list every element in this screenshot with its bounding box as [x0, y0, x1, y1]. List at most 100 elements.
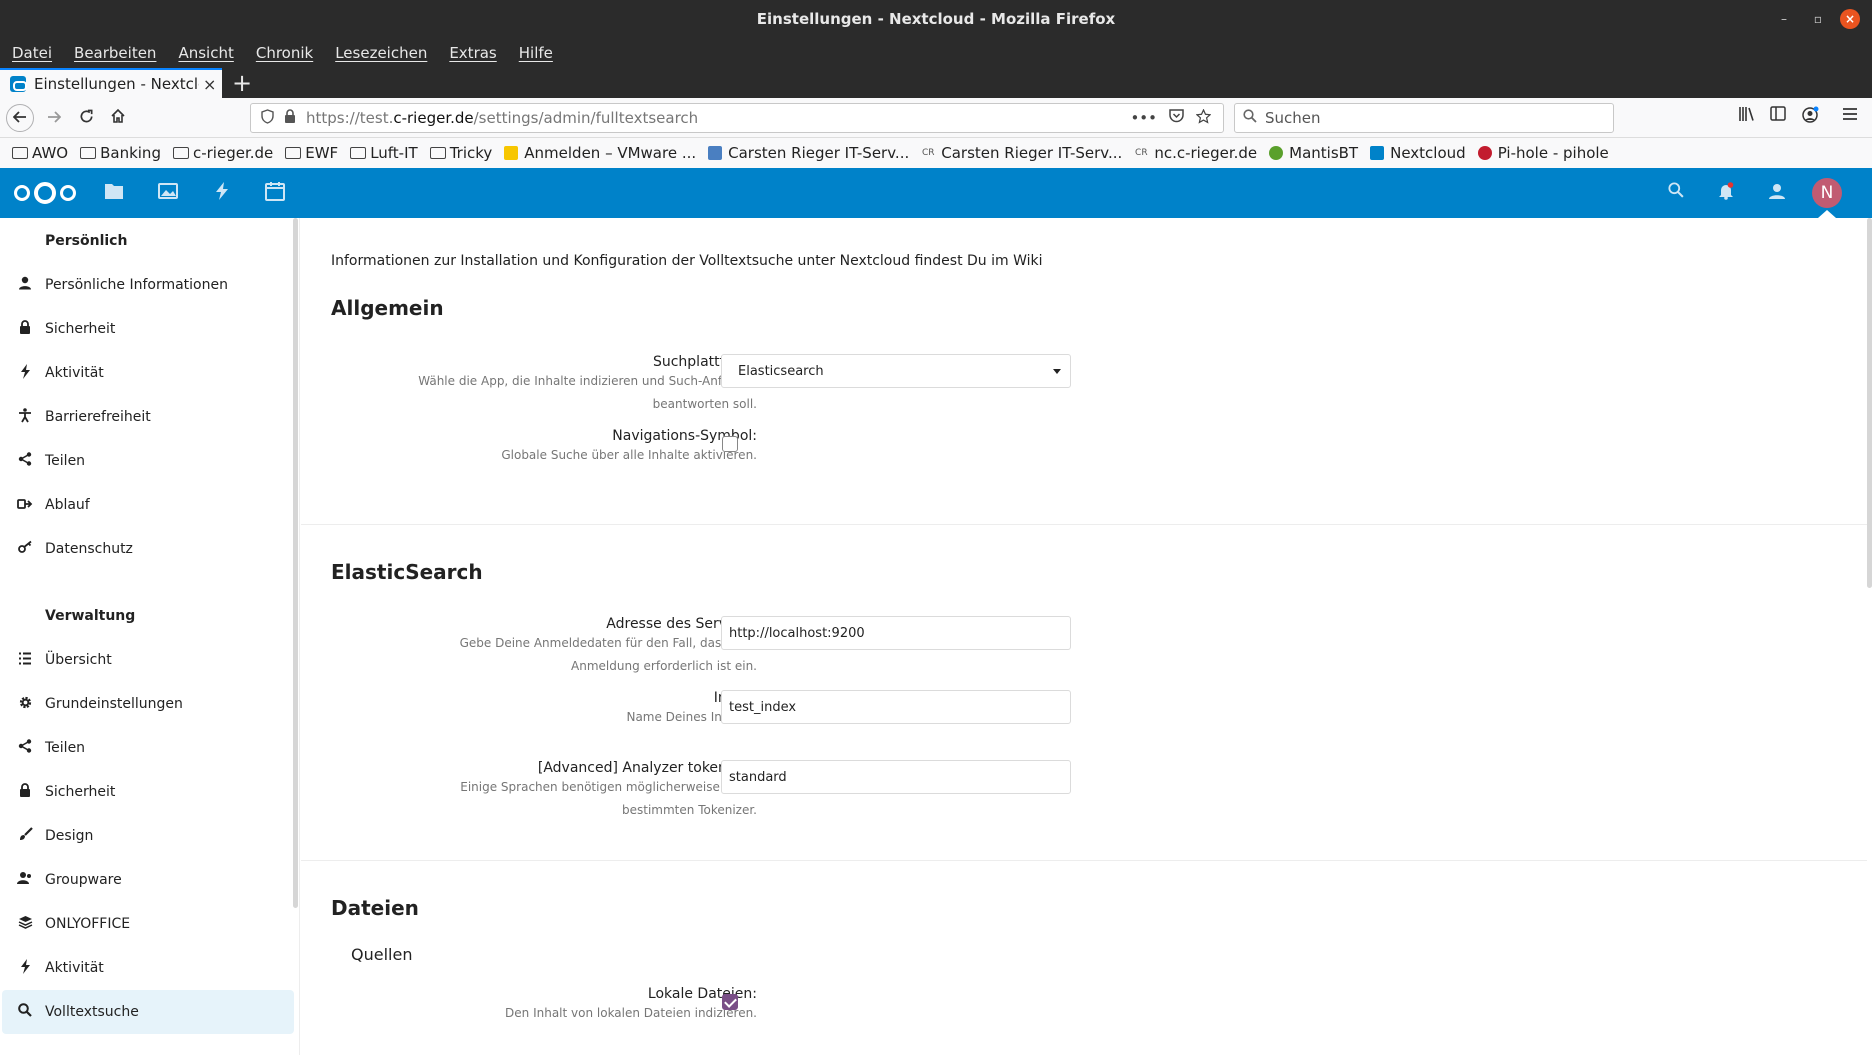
index-input[interactable]: test_index — [721, 690, 1071, 724]
menu-bearbeiten[interactable]: Bearbeiten — [74, 44, 156, 62]
page-actions-icon[interactable]: ••• — [1130, 109, 1157, 127]
photos-app-icon[interactable] — [158, 181, 178, 205]
nextcloud-logo[interactable] — [14, 182, 76, 204]
sidebar-item-admin-sharing[interactable]: Teilen — [2, 726, 294, 770]
section-divider — [301, 860, 1867, 861]
servlet-label-block: Adresse des Servlets: Gebe Deine Anmelde… — [417, 616, 757, 678]
sidebar-item-fulltext-search[interactable]: Volltextsuche — [2, 990, 294, 1034]
sidebar-item-overview[interactable]: Übersicht — [2, 638, 294, 682]
minimize-button[interactable]: – — [1774, 9, 1794, 29]
sidebar-item-security[interactable]: Sicherheit — [2, 307, 294, 351]
menu-hilfe[interactable]: Hilfe — [519, 44, 553, 62]
sidebar-item-admin-activity[interactable]: Aktivität — [2, 946, 294, 990]
sidebar-item-admin-security[interactable]: Sicherheit — [2, 770, 294, 814]
sidebar-item-onlyoffice[interactable]: ONLYOFFICE — [2, 902, 294, 946]
contacts-icon[interactable] — [1768, 182, 1786, 205]
search-icon — [1243, 109, 1257, 127]
sidebar-item-activity[interactable]: Aktivität — [2, 351, 294, 395]
bookmark-banking[interactable]: Banking — [80, 144, 161, 162]
index-hint: Name Deines Indexes — [626, 710, 757, 724]
sidebar-scrollbar[interactable] — [293, 218, 298, 908]
menu-ansicht[interactable]: Ansicht — [178, 44, 233, 62]
maximize-button[interactable]: ▫ — [1808, 9, 1828, 29]
pocket-icon[interactable] — [1169, 109, 1184, 127]
user-icon — [14, 276, 36, 294]
forward-button[interactable] — [40, 104, 68, 132]
platform-hint: Wähle die App, die Inhalte indizieren un… — [418, 374, 757, 411]
index-label-block: Index: Name Deines Indexes — [417, 690, 757, 729]
sidebar-toggle-icon[interactable] — [1770, 106, 1786, 125]
sidebar-item-privacy[interactable]: Datenschutz — [2, 527, 294, 571]
local-files-hint: Den Inhalt von lokalen Dateien indiziere… — [505, 1006, 757, 1020]
section-elasticsearch-title: ElasticSearch — [331, 560, 483, 584]
browser-tab[interactable]: Einstellungen - Nextcloud × — [0, 68, 222, 98]
folder-icon — [80, 147, 97, 159]
menu-chronik[interactable]: Chronik — [256, 44, 313, 62]
search-bar[interactable]: Suchen — [1234, 103, 1614, 133]
bookmark-nc-c-rieger[interactable]: CR nc.c-rieger.de — [1134, 144, 1257, 162]
servlet-address-input[interactable]: http://localhost:9200 — [721, 616, 1071, 650]
bookmark-mantisbt[interactable]: MantisBT — [1269, 144, 1358, 162]
lock-icon[interactable] — [284, 109, 296, 127]
bookmark-tricky[interactable]: Tricky — [429, 144, 492, 162]
menu-extras[interactable]: Extras — [449, 44, 496, 62]
activity-app-icon[interactable] — [214, 181, 230, 206]
folder-icon — [429, 147, 446, 159]
bookmark-vmware[interactable]: Anmelden – VMware ... — [504, 144, 696, 162]
library-icon[interactable] — [1738, 106, 1755, 126]
sidebar-item-accessibility[interactable]: Barrierefreiheit — [2, 395, 294, 439]
platform-label-block: Suchplattform: Wähle die App, die Inhalt… — [417, 354, 757, 416]
layers-icon — [14, 915, 36, 933]
address-bar[interactable]: https://test.c-rieger.de/settings/admin/… — [250, 103, 1224, 133]
bookmark-awo[interactable]: AWO — [12, 144, 68, 162]
section-divider — [301, 524, 1867, 525]
section-files-title: Dateien — [331, 896, 419, 920]
back-button[interactable] — [6, 104, 34, 132]
hamburger-menu-icon[interactable] — [1842, 106, 1858, 125]
sidebar-item-sharing[interactable]: Teilen — [2, 439, 294, 483]
search-platform-select[interactable]: Elasticsearch — [721, 354, 1071, 388]
home-button[interactable] — [104, 104, 132, 132]
bookmark-carsten-rieger-1[interactable]: Carsten Rieger IT-Serv... — [708, 144, 909, 162]
tab-close-icon[interactable]: × — [203, 75, 216, 94]
tab-title: Einstellungen - Nextcloud — [34, 75, 199, 93]
cube-icon — [708, 146, 723, 160]
notifications-bell-icon[interactable] — [1718, 182, 1734, 205]
folder-icon — [12, 147, 28, 159]
sidebar-item-design[interactable]: Design — [2, 814, 294, 858]
tokenizer-input[interactable]: standard — [721, 760, 1071, 794]
sidebar-item-personal-info[interactable]: Persönliche Informationen — [2, 263, 294, 307]
bookmark-c-rieger[interactable]: c-rieger.de — [172, 144, 273, 162]
nextcloud-header: N — [0, 168, 1872, 218]
folder-icon — [350, 147, 367, 159]
nav-symbol-checkbox[interactable] — [722, 436, 738, 452]
shield-icon[interactable] — [261, 108, 274, 128]
tokenizer-hint: Einige Sprachen benötigen möglicherweise… — [460, 780, 757, 817]
bookmark-star-icon[interactable] — [1195, 107, 1212, 128]
close-window-button[interactable]: × — [1840, 9, 1860, 29]
reload-button[interactable] — [72, 104, 100, 132]
bookmark-pihole[interactable]: Pi-hole - pihole — [1477, 144, 1609, 162]
calendar-app-icon[interactable] — [265, 181, 285, 206]
sidebar-item-basic-settings[interactable]: Grundeinstellungen — [2, 682, 294, 726]
url-text[interactable]: https://test.c-rieger.de/settings/admin/… — [306, 109, 1130, 127]
account-icon[interactable] — [1802, 106, 1819, 127]
search-icon[interactable] — [1668, 182, 1684, 203]
bookmark-carsten-rieger-2[interactable]: CR Carsten Rieger IT-Serv... — [921, 144, 1122, 162]
files-app-icon[interactable] — [104, 181, 124, 205]
local-files-checkbox[interactable] — [722, 994, 738, 1010]
menu-lesezeichen[interactable]: Lesezeichen — [335, 44, 427, 62]
tokenizer-label: [Advanced] Analyzer tokenizer: — [537, 760, 757, 776]
cr-icon: CR — [921, 148, 935, 158]
sidebar-item-groupware[interactable]: Groupware — [2, 858, 294, 902]
user-avatar[interactable]: N — [1812, 178, 1842, 208]
settings-content: Informationen zur Installation und Konfi… — [301, 218, 1872, 1055]
sidebar-item-flow[interactable]: Ablauf — [2, 483, 294, 527]
bookmark-luft-it[interactable]: Luft-IT — [350, 144, 418, 162]
bookmark-nextcloud[interactable]: Nextcloud — [1370, 144, 1466, 162]
new-tab-button[interactable]: + — [232, 70, 252, 96]
menu-datei[interactable]: Datei — [12, 44, 52, 62]
group-icon — [14, 871, 36, 889]
bookmark-ewf[interactable]: EWF — [285, 144, 338, 162]
content-scrollbar[interactable] — [1867, 218, 1872, 588]
